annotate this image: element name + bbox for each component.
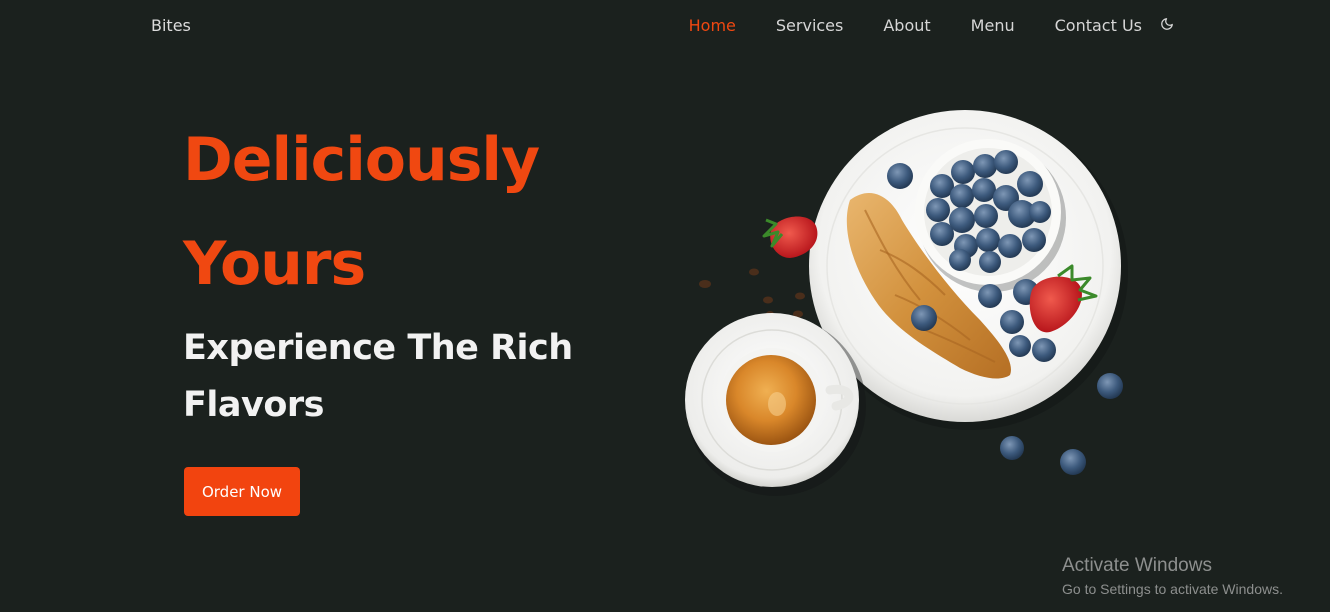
brand-logo[interactable]: Bites [151, 16, 191, 35]
hero-subtitle: Experience The Rich Flavors [183, 328, 573, 425]
watermark-subtitle: Go to Settings to activate Windows. [1062, 581, 1283, 597]
hero-title-line2: Yours [183, 229, 366, 299]
landing-page: Bites Home Services About Menu Contact U… [0, 0, 1330, 612]
nav-link-about[interactable]: About [883, 16, 930, 35]
nav-link-contact[interactable]: Contact Us [1055, 16, 1142, 35]
nav-link-menu[interactable]: Menu [971, 16, 1015, 35]
moon-icon[interactable] [1159, 16, 1175, 32]
nav-link-home[interactable]: Home [689, 16, 736, 35]
watermark-title: Activate Windows [1062, 555, 1212, 576]
nav-link-services[interactable]: Services [776, 16, 843, 35]
croissant-coffee-image [685, 110, 1128, 496]
hero-title: Deliciously Yours [183, 108, 540, 316]
order-now-button[interactable]: Order Now [184, 467, 300, 516]
main-nav: Home Services About Menu Contact Us [649, 16, 1175, 35]
activate-windows-watermark: Activate Windows Go to Settings to activ… [1062, 554, 1283, 600]
hero-title-line1: Deliciously [183, 125, 540, 195]
